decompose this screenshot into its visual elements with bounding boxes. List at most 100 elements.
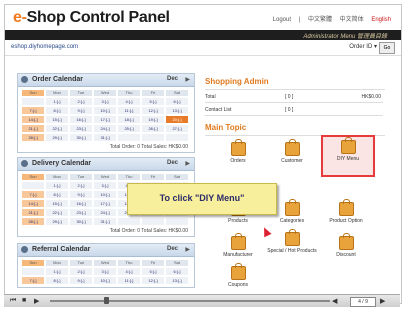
calendar-day-cell[interactable]: 11:[-] [118, 107, 140, 114]
calendar-day-cell[interactable]: 26:[-] [142, 125, 164, 132]
calendar-day-cell [118, 218, 140, 225]
next-slide-icon[interactable]: ▶ [380, 297, 385, 305]
calendar-day-cell[interactable]: 31:[-] [94, 134, 116, 141]
calendar-day-cell[interactable]: 15:[-] [46, 200, 68, 207]
calendar-day-cell[interactable]: 3:[-] [94, 98, 116, 105]
calendar-day-cell[interactable]: 15:[-] [46, 116, 68, 123]
calendar-day-cell[interactable]: 24:[-] [94, 209, 116, 216]
calendar-day-cell[interactable]: 20:[-] [166, 116, 188, 123]
calendar-header: Delivery Calendar Dec ▶ [18, 158, 194, 171]
calendar-day-cell[interactable]: 14:[-] [22, 116, 44, 123]
prev-slide-icon[interactable]: ◀ [332, 297, 337, 305]
tile-special-hot-products[interactable]: Special / Hot Products [267, 229, 317, 267]
calendar-day-cell[interactable]: 18:[-] [118, 116, 140, 123]
tile-diy-menu[interactable]: DIY Menu [321, 135, 375, 177]
calendar-day-cell[interactable]: 9:[-] [70, 277, 92, 284]
tile-customer[interactable]: Customer [267, 139, 317, 177]
calendar-day-cell[interactable]: 8:[-] [46, 191, 68, 198]
calendar-day-cell[interactable]: 3:[-] [94, 182, 116, 189]
calendar-day-cell[interactable]: 17:[-] [94, 116, 116, 123]
calendar-day-cell[interactable]: 16:[-] [70, 200, 92, 207]
calendar-title: Delivery Calendar [32, 160, 92, 167]
calendar-day-cell[interactable]: 7:[-] [22, 107, 44, 114]
calendar-day-cell[interactable]: 29:[-] [46, 134, 68, 141]
calendar-day-cell [118, 134, 140, 141]
calendar-day-cell[interactable]: 28:[-] [22, 134, 44, 141]
play-icon[interactable]: ▶ [34, 297, 39, 305]
calendar-day-cell[interactable]: 30:[-] [70, 218, 92, 225]
calendar-day-cell[interactable]: 10:[-] [94, 277, 116, 284]
lang-trad-chinese-link[interactable]: 中文繁體 [308, 17, 332, 23]
tile-discount[interactable]: Discount [321, 233, 371, 271]
calendar-day-cell[interactable]: 19:[-] [142, 116, 164, 123]
calendar-day-cell[interactable]: 9:[-] [70, 107, 92, 114]
calendar-day-cell[interactable]: 12:[-] [142, 107, 164, 114]
calendar-day-cell[interactable]: 28:[-] [22, 218, 44, 225]
shopping-bag-icon [230, 263, 246, 280]
shopping-bag-icon [230, 139, 246, 156]
next-month-arrow-icon[interactable]: ▶ [185, 160, 190, 167]
calendar-day-cell[interactable]: 6:[-] [166, 98, 188, 105]
calendar-day-cell[interactable]: 29:[-] [46, 218, 68, 225]
seek-track[interactable] [50, 300, 330, 302]
lang-simp-chinese-link[interactable]: 中文简体 [340, 17, 364, 23]
calendar-grid: SunMonTueWedThuFriSat 1:[-]2:[-]3:[-]4:[-… [18, 87, 194, 144]
calendar-day-cell[interactable]: 25:[-] [118, 125, 140, 132]
go-button[interactable]: Go [379, 42, 395, 54]
calendar-day-cell[interactable]: 5:[-] [142, 98, 164, 105]
rewind-icon[interactable]: ⏮ [10, 297, 16, 305]
row-label: Contact List [205, 107, 232, 113]
calendar-day-cell[interactable]: 23:[-] [70, 125, 92, 132]
calendar-day-cell[interactable]: 22:[-] [46, 209, 68, 216]
calendar-day-cell[interactable]: 22:[-] [46, 125, 68, 132]
calendar-day-cell[interactable]: 10:[-] [94, 191, 116, 198]
calendar-day-cell[interactable]: 31:[-] [94, 218, 116, 225]
calendar-day-cell[interactable]: 4:[-] [118, 98, 140, 105]
calendar-day-cell[interactable]: 3:[-] [94, 268, 116, 275]
next-month-arrow-icon[interactable]: ▶ [185, 76, 190, 83]
row-value[interactable]: [ 0 ] [285, 107, 293, 113]
shopping-bag-icon [284, 199, 300, 216]
calendar-day-cell[interactable]: 21:[-] [22, 209, 44, 216]
calendar-day-cell[interactable]: 13:[-] [166, 107, 188, 114]
calendar-day-cell[interactable]: 8:[-] [46, 107, 68, 114]
calendar-day-cell[interactable]: 9:[-] [70, 191, 92, 198]
calendar-day-cell[interactable]: 4:[-] [118, 268, 140, 275]
calendar-day-cell[interactable]: 2:[-] [70, 268, 92, 275]
calendar-day-cell[interactable]: 7:[-] [22, 277, 44, 284]
calendar-day-cell[interactable]: 7:[-] [22, 191, 44, 198]
calendar-day-cell[interactable]: 17:[-] [94, 200, 116, 207]
calendar-day-cell[interactable]: 27:[-] [166, 125, 188, 132]
calendar-day-cell[interactable]: 13:[-] [166, 277, 188, 284]
calendar-day-cell[interactable]: 24:[-] [94, 125, 116, 132]
calendar-day-cell[interactable]: 23:[-] [70, 209, 92, 216]
calendar-day-cell[interactable]: 12:[-] [142, 277, 164, 284]
logout-link[interactable]: Logout [273, 17, 291, 23]
calendar-day-cell[interactable]: 2:[-] [70, 182, 92, 189]
order-id-select[interactable]: Order ID ▾ [349, 43, 377, 50]
calendar-day-cell[interactable]: 10:[-] [94, 107, 116, 114]
shopping-bag-icon [284, 229, 300, 246]
seek-handle[interactable] [104, 297, 109, 304]
calendar-day-header: Sun [22, 174, 44, 180]
stop-icon[interactable]: ■ [22, 297, 26, 304]
calendar-day-cell[interactable]: 6:[-] [166, 268, 188, 275]
calendar-day-cell[interactable]: 11:[-] [118, 277, 140, 284]
calendar-day-cell[interactable]: 21:[-] [22, 125, 44, 132]
next-month-arrow-icon[interactable]: ▶ [185, 246, 190, 253]
calendar-day-cell[interactable]: 5:[-] [142, 268, 164, 275]
calendar-day-cell[interactable]: 16:[-] [70, 116, 92, 123]
row-value[interactable]: [ 0 ] [285, 94, 293, 100]
tile-product-option[interactable]: Product Option [321, 199, 371, 237]
calendar-day-cell[interactable]: 1:[-] [46, 98, 68, 105]
lang-english-link[interactable]: English [371, 17, 391, 23]
tile-orders[interactable]: Orders [213, 139, 263, 177]
calendar-day-cell[interactable]: 8:[-] [46, 277, 68, 284]
calendar-day-cell[interactable]: 1:[-] [46, 182, 68, 189]
playback-bar: ⏮ ■ ▶ ◀ 4 / 9 ▶ [4, 294, 400, 307]
calendar-day-cell[interactable]: 14:[-] [22, 200, 44, 207]
calendar-day-cell[interactable]: 2:[-] [70, 98, 92, 105]
calendar-day-cell[interactable]: 30:[-] [70, 134, 92, 141]
site-url[interactable]: eshop.diyhomepage.com [11, 44, 78, 50]
calendar-day-cell[interactable]: 1:[-] [46, 268, 68, 275]
